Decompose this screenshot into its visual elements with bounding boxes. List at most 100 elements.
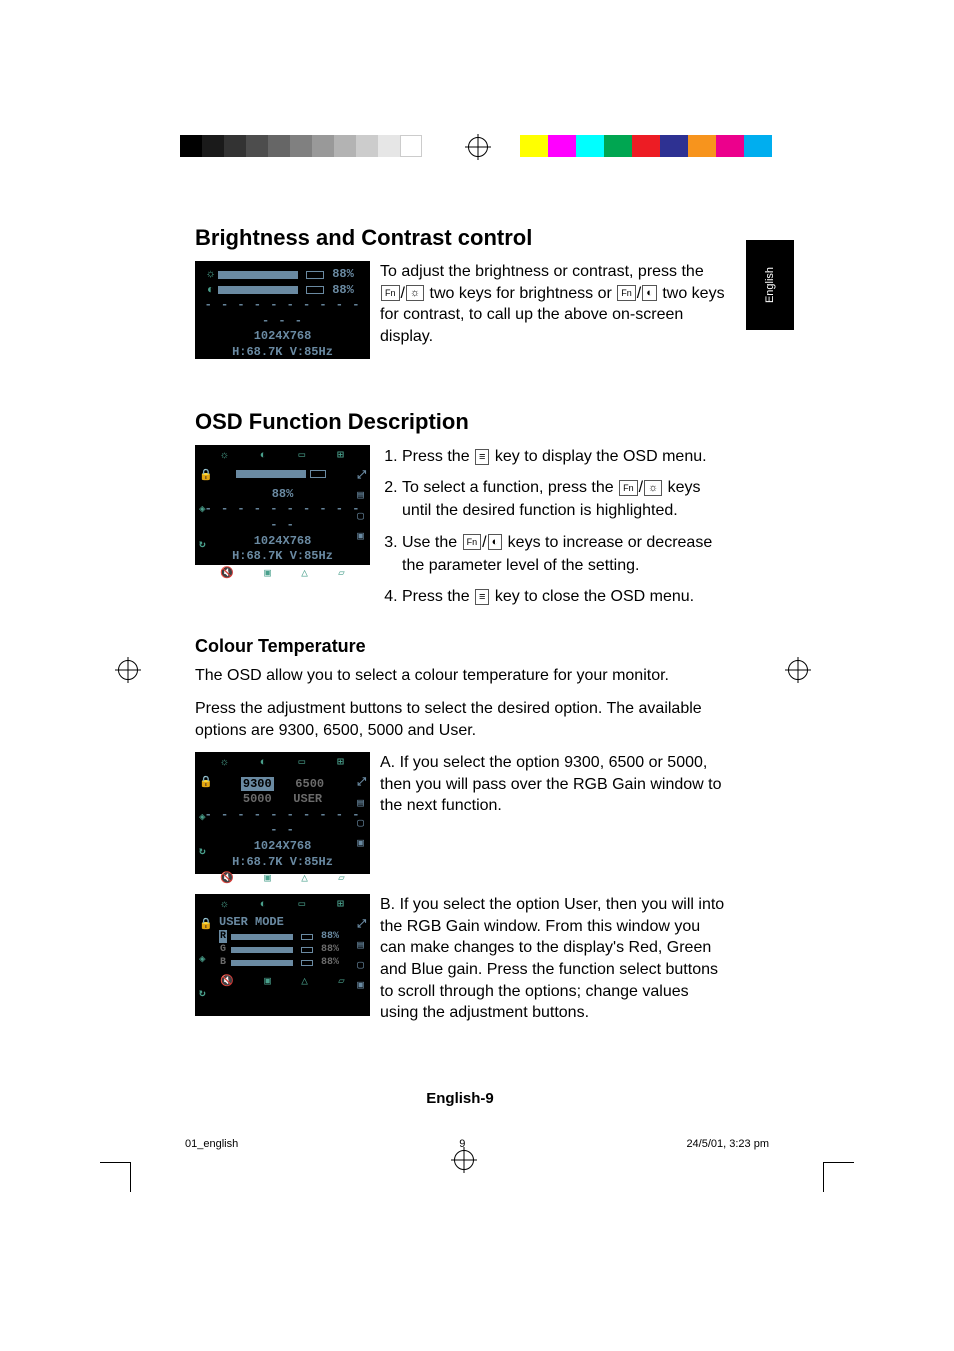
- osd-resolution: 1024X768: [201, 329, 364, 345]
- color-calibration-bars: [520, 135, 772, 157]
- osd-user-mode-display: ☼ ◐ ▭ ⊞ 🔒 ◈ ↻ ⤢ ▤ ▢ ▣ USER MODE R 88%: [195, 894, 370, 1016]
- page-icon: ▤: [357, 489, 366, 503]
- speaker-icon: 🔇: [220, 567, 234, 581]
- lock-icon: 🔒: [199, 469, 213, 483]
- b-value: 88%: [321, 956, 339, 969]
- step-2: To select a function, press the Fn/☼ key…: [402, 476, 725, 522]
- refresh-icon: ↻: [199, 845, 213, 859]
- r-label: R: [219, 930, 227, 943]
- osd-function-display: ☼ ◐ ▭ ⊞ 🔒 ◈ ↻ ⤢ ▤ ▢ ▣ 88% - - - - - - - …: [195, 445, 370, 565]
- osd-percent: 88%: [201, 487, 364, 503]
- hsize-icon: ▭: [299, 756, 306, 770]
- fn-key-icon: Fn: [617, 285, 636, 301]
- speaker-icon: 🔇: [220, 975, 234, 989]
- colour-temp-p2: Press the adjustment buttons to select t…: [195, 698, 725, 743]
- brightness-contrast-body: To adjust the brightness or contrast, pr…: [380, 261, 725, 359]
- colour-temp-p1: The OSD allow you to select a colour tem…: [195, 665, 725, 687]
- osd-sync: H:68.7K V:85Hz: [201, 549, 364, 565]
- trapezoid-icon: ▱: [338, 975, 345, 989]
- opt-user: USER: [293, 792, 322, 806]
- brightness-contrast-heading: Brightness and Contrast control: [195, 225, 725, 251]
- osd-sync: H:68.7K V:85Hz: [201, 345, 364, 361]
- contrast-key-icon: ◐: [488, 534, 503, 550]
- osd-colour-temp-display: ☼ ◐ ▭ ⊞ 🔒 ◈ ↻ ⤢ ▤ ▢ ▣ 9300 6500 5000: [195, 752, 370, 874]
- expand-icon: ⤢: [357, 918, 366, 932]
- step-1: Press the key to display the OSD menu.: [402, 445, 725, 468]
- registration-mark-icon: [118, 660, 138, 680]
- square-icon: ▣: [357, 979, 366, 993]
- fn-key-icon: Fn: [463, 534, 482, 550]
- contrast-icon: ◐: [260, 756, 267, 770]
- brightness-key-icon: ☼: [644, 480, 662, 496]
- refresh-icon: ↻: [199, 987, 213, 1001]
- colour-temperature-heading: Colour Temperature: [195, 636, 725, 657]
- registration-mark-icon: [788, 660, 808, 680]
- hpos-icon: ⊞: [337, 449, 344, 463]
- expand-icon: ⤢: [357, 469, 366, 483]
- square-icon: ▣: [357, 837, 366, 851]
- footer-pagenum: 9: [459, 1138, 465, 1150]
- registration-mark-icon: [468, 137, 488, 157]
- brightness-value: 88%: [332, 267, 354, 283]
- grayscale-calibration-bars: [180, 135, 422, 157]
- osd-brightness-contrast-display: 88% 88% - - - - - - - - - - - - - 1024X7…: [195, 261, 370, 359]
- osd-resolution: 1024X768: [201, 839, 364, 855]
- osd-sync: H:68.7K V:85Hz: [201, 855, 364, 871]
- contrast-key-icon: ◐: [642, 285, 657, 301]
- box-icon: ▣: [264, 872, 271, 886]
- triangle-icon: △: [301, 872, 308, 886]
- opt-9300: 9300: [241, 777, 274, 791]
- g-label: G: [219, 943, 227, 956]
- g-value: 88%: [321, 943, 339, 956]
- footer-file: 01_english: [185, 1138, 238, 1150]
- fn-key-icon: Fn: [381, 285, 400, 301]
- page-icon: ▤: [357, 939, 366, 953]
- user-mode-label: USER MODE: [201, 915, 364, 931]
- crop-mark: [823, 1162, 824, 1192]
- hpos-icon: ⊞: [337, 756, 344, 770]
- footer-timestamp: 24/5/01, 3:23 pm: [686, 1138, 769, 1150]
- osd-function-heading: OSD Function Description: [195, 409, 725, 435]
- square-icon: ▣: [357, 530, 366, 544]
- step-3: Use the Fn/◐ keys to increase or decreas…: [402, 531, 725, 577]
- menu-key-icon: [475, 449, 489, 465]
- contrast-value: 88%: [332, 283, 354, 299]
- diamond-icon: ◈: [199, 811, 213, 825]
- rect-icon: ▢: [357, 959, 366, 973]
- brightness-icon: ☼: [221, 898, 228, 912]
- hsize-icon: ▭: [299, 449, 306, 463]
- box-icon: ▣: [264, 567, 271, 581]
- diamond-icon: ◈: [199, 503, 213, 517]
- registration-mark-icon: [454, 1150, 474, 1170]
- footer-metadata: 01_english 9 24/5/01, 3:23 pm: [175, 1138, 779, 1150]
- expand-icon: ⤢: [357, 776, 366, 790]
- brightness-icon: ☼: [221, 449, 228, 463]
- colour-temp-text-a: A. If you select the option 9300, 6500 o…: [380, 752, 725, 874]
- rect-icon: ▢: [357, 817, 366, 831]
- brightness-icon: [207, 267, 214, 283]
- rect-icon: ▢: [357, 510, 366, 524]
- contrast-icon: ◐: [260, 449, 267, 463]
- lock-icon: 🔒: [199, 918, 213, 932]
- triangle-icon: △: [301, 567, 308, 581]
- menu-key-icon: [475, 589, 489, 605]
- trapezoid-icon: ▱: [338, 567, 345, 581]
- triangle-icon: △: [301, 975, 308, 989]
- trapezoid-icon: ▱: [338, 872, 345, 886]
- brightness-icon: ☼: [221, 756, 228, 770]
- brightness-key-icon: ☼: [406, 285, 424, 301]
- crop-mark: [824, 1162, 854, 1163]
- page-icon: ▤: [357, 797, 366, 811]
- diamond-icon: ◈: [199, 953, 213, 967]
- speaker-icon: 🔇: [220, 872, 234, 886]
- b-label: B: [219, 956, 227, 969]
- r-value: 88%: [321, 930, 339, 943]
- hpos-icon: ⊞: [337, 898, 344, 912]
- lock-icon: 🔒: [199, 776, 213, 790]
- language-tab: English: [746, 240, 794, 330]
- osd-resolution: 1024X768: [201, 534, 364, 550]
- opt-6500: 6500: [295, 777, 324, 791]
- box-icon: ▣: [264, 975, 271, 989]
- crop-mark: [130, 1162, 131, 1192]
- fn-key-icon: Fn: [619, 480, 638, 496]
